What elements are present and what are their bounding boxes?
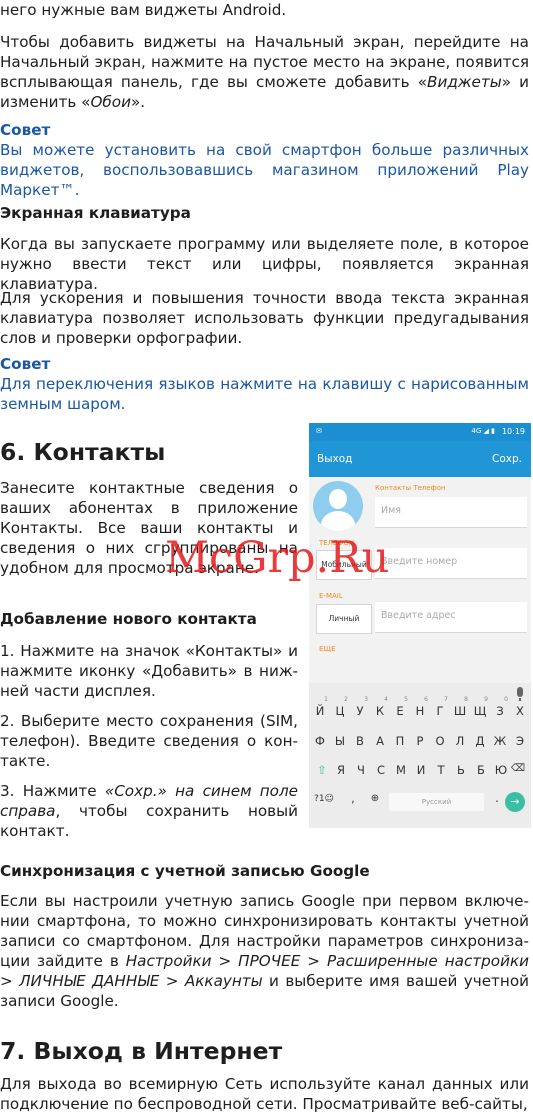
exit-button[interactable]: Выход [317, 453, 352, 465]
phone-number-field[interactable]: Введите номер [375, 548, 527, 579]
email-type-select[interactable]: Личный [316, 604, 372, 634]
email-section-label: E-MAIL [319, 592, 343, 600]
email-field[interactable]: Введите адрес [375, 602, 527, 633]
keyboard-paragraph-2: Для ускорения и повышения точности ввода… [0, 289, 529, 347]
key-hint: 8 [464, 696, 468, 703]
microphone-icon[interactable] [517, 687, 523, 701]
save-button[interactable]: Сохр. [492, 453, 522, 465]
key-6[interactable]: Н6 [410, 696, 430, 718]
key-1[interactable]: Й1 [310, 696, 330, 718]
network-type: 4G [471, 427, 482, 435]
key-2[interactable]: Ц2 [330, 696, 350, 718]
widgets-paragraph: Чтобы добавить виджеты на Начальный экра… [0, 32, 529, 112]
key-4[interactable]: К4 [370, 696, 390, 718]
key-row3-5[interactable]: И [411, 763, 431, 777]
sync-paragraph: Если вы настроили учетную запись Google … [0, 891, 529, 1011]
key-hint: 5 [404, 696, 408, 703]
account-label: Контакты Телефон [375, 484, 446, 492]
key-7[interactable]: Г7 [430, 696, 450, 718]
key-row2-11[interactable]: Э [510, 734, 530, 748]
keyboard-paragraph-1: Когда вы запускаете программу или выделя… [0, 235, 529, 293]
contacts-title: 6. Контакты [0, 438, 166, 466]
key-row3-2[interactable]: Ч [351, 763, 371, 777]
key-hint: 3 [364, 696, 368, 703]
key-row3-3[interactable]: С [371, 763, 391, 777]
step-3: 3. Нажмите «Сохр.» на синем поле справа,… [0, 781, 298, 841]
more-label[interactable]: ЕЩЕ [319, 645, 336, 653]
key-hint: 4 [384, 696, 388, 703]
key-hint: 9 [484, 696, 488, 703]
key-hint: 1 [324, 696, 328, 703]
key-row2-4[interactable]: А [370, 734, 390, 748]
status-time: 10:19 [501, 427, 525, 436]
space-key[interactable]: Русский [389, 793, 484, 811]
key-row3-8[interactable]: Б [471, 763, 491, 777]
key-row3-1[interactable]: Я [331, 763, 351, 777]
intro-line: него нужные вам виджеты Android. [0, 1, 287, 19]
step-3-a: 3. Нажмите [0, 782, 105, 800]
key-row2-2[interactable]: Ы [330, 734, 350, 748]
key-row2-1[interactable]: Ф [310, 734, 330, 748]
key-row2-8[interactable]: Л [450, 734, 470, 748]
tip1-heading: Совет [0, 121, 51, 139]
symbols-key[interactable]: ?1☺ [312, 794, 336, 804]
tip2-text: Для переключения языков нажмите на клави… [0, 375, 529, 413]
key-row3-7[interactable]: Ь [451, 763, 471, 777]
key-hint: 7 [444, 696, 448, 703]
step-2: 2. Выберите место сохранения (SIM, телеф… [0, 712, 298, 770]
tip1-text: Вы можете установить на свой смартфон бо… [0, 141, 529, 199]
name-placeholder: Имя [381, 505, 401, 516]
key-row2-10[interactable]: Ж [490, 734, 510, 748]
enter-arrow-icon[interactable]: → [505, 792, 525, 812]
keyboard-row-2: ФЫВАПРОЛДЖЭ [309, 734, 531, 758]
keyboard-heading: Экранная клавиатура [0, 204, 191, 222]
internet-title: 7. Выход в Интернет [0, 1037, 283, 1065]
comma-key[interactable]: , [343, 791, 363, 805]
keyboard-row-3: ⇧ ⌫ ЯЧСМИТЬБЮ [309, 763, 531, 787]
email-placeholder: Введите адрес [381, 610, 456, 621]
shift-key-icon[interactable]: ⇧ [312, 763, 332, 777]
phone-placeholder: Введите номер [381, 556, 458, 567]
key-11[interactable]: Х [510, 704, 530, 718]
keyboard-row-4: ?1☺ , ⊕ Русский . → [309, 791, 531, 815]
key-row2-5[interactable]: П [390, 734, 410, 748]
key-hint: 2 [344, 696, 348, 703]
key-row3-4[interactable]: М [391, 763, 411, 777]
sync-heading: Синхронизация с учетной записью Google [0, 862, 370, 880]
notification-icon: ✉ [316, 427, 322, 435]
key-9[interactable]: Щ9 [470, 696, 490, 718]
key-row2-6[interactable]: Р [410, 734, 430, 748]
phone-screenshot: ✉ 4G ◢ ▮ 10:19 Выход Сохр. Контакты Теле… [309, 423, 531, 828]
key-3[interactable]: У3 [350, 696, 370, 718]
globe-language-icon[interactable]: ⊕ [365, 793, 385, 804]
app-bar: Выход Сохр. [309, 441, 531, 477]
key-row2-3[interactable]: В [350, 734, 370, 748]
backspace-key-icon[interactable]: ⌫ [508, 763, 528, 774]
key-row3-9[interactable]: Ю [491, 763, 511, 777]
tip2-heading: Совет [0, 355, 51, 373]
onscreen-keyboard: Й1Ц2У3К4Е5Н6Г7Ш8Щ9З0Х ФЫВАПРОЛДЖЭ ⇧ ⌫ ЯЧ… [309, 683, 531, 828]
name-field[interactable]: Имя [375, 497, 527, 528]
keyboard-row-1: Й1Ц2У3К4Е5Н6Г7Ш8Щ9З0Х [309, 696, 531, 728]
widgets-link-em: Виджеты [427, 73, 502, 91]
key-hint: 0 [504, 696, 508, 703]
wallpaper-em: Обои [90, 93, 131, 111]
key-5[interactable]: Е5 [390, 696, 410, 718]
key-hint: 6 [424, 696, 428, 703]
widgets-text-c: ». [130, 93, 146, 111]
key-row3-6[interactable]: Т [431, 763, 451, 777]
signal-icon: 4G ◢ ▮ [471, 427, 495, 435]
key-row2-7[interactable]: О [430, 734, 450, 748]
watermark-text: McGrp.Ru [165, 533, 390, 583]
key-10[interactable]: З0 [490, 696, 510, 718]
period-key[interactable]: . [487, 791, 507, 805]
add-contact-heading: Добавление нового контакта [0, 610, 257, 628]
step-1: 1. Нажмите на значок «Контакты» и нажмит… [0, 642, 298, 700]
internet-paragraph: Для выхода во всемирную Сеть используйте… [0, 1075, 529, 1113]
key-8[interactable]: Ш8 [450, 696, 470, 718]
status-bar: ✉ 4G ◢ ▮ 10:19 [309, 423, 531, 441]
avatar-icon[interactable] [313, 481, 363, 531]
key-row2-9[interactable]: Д [470, 734, 490, 748]
